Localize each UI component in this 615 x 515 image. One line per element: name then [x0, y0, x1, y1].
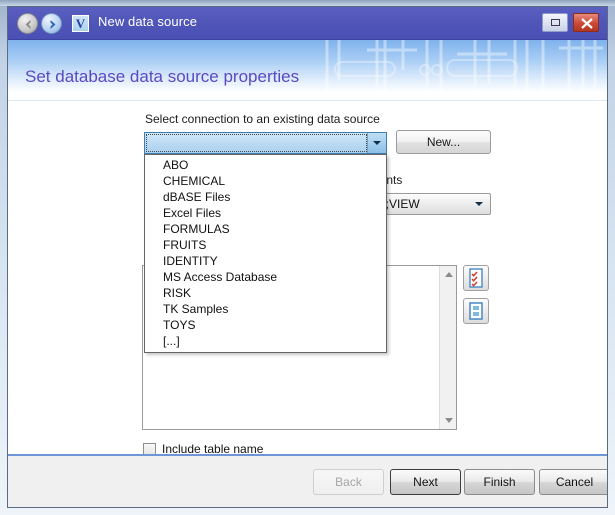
dropdown-item[interactable]: CHEMICAL [145, 173, 386, 189]
focus-rectangle [146, 134, 367, 152]
validate-button[interactable] [463, 265, 489, 291]
new-connection-button[interactable]: New... [396, 130, 491, 154]
dropdown-item[interactable]: ABO [145, 157, 386, 173]
dropdown-item[interactable]: MS Access Database [145, 269, 386, 285]
app-logo-letter: V [73, 16, 88, 31]
elements-combobox-arrow[interactable] [469, 194, 489, 214]
validate-icon [464, 266, 488, 290]
connection-label: Select connection to an existing data so… [145, 112, 380, 126]
connection-combobox-arrow[interactable] [367, 133, 386, 153]
page-title: Set database data source properties [25, 67, 299, 87]
dialog-window: V New data source [7, 6, 608, 508]
chevron-down-icon [373, 141, 381, 145]
listbox-scrollbar[interactable] [439, 266, 456, 429]
close-icon [581, 18, 593, 29]
scroll-up-icon[interactable] [440, 266, 457, 283]
dropdown-item[interactable]: dBASE Files [145, 189, 386, 205]
dropdown-item[interactable]: TOYS [145, 317, 386, 333]
dialog-footer: Back Next Finish Cancel [8, 454, 607, 507]
chevron-down-icon [475, 202, 483, 206]
connection-dropdown-list[interactable]: ABOCHEMICALdBASE FilesExcel FilesFORMULA… [144, 154, 387, 353]
finish-button[interactable]: Finish [464, 469, 535, 495]
connection-combobox[interactable] [144, 132, 387, 154]
dropdown-item[interactable]: IDENTITY [145, 253, 386, 269]
back-arrow-icon[interactable] [17, 13, 38, 34]
window-controls [542, 13, 599, 32]
banner-artwork-icon [307, 40, 607, 92]
cancel-button[interactable]: Cancel [539, 469, 608, 495]
dropdown-item[interactable]: FRUITS [145, 237, 386, 253]
fields-button[interactable] [463, 298, 489, 324]
next-button[interactable]: Next [390, 469, 461, 495]
dropdown-item[interactable]: Excel Files [145, 205, 386, 221]
title-bar: V New data source [8, 7, 607, 40]
window-title: New data source [98, 14, 197, 29]
dropdown-item[interactable]: RISK [145, 285, 386, 301]
back-button[interactable]: Back [313, 469, 384, 495]
dialog-body: Select connection to an existing data so… [8, 101, 607, 456]
dropdown-item[interactable]: FORMULAS [145, 221, 386, 237]
forward-arrow-icon[interactable] [41, 13, 62, 34]
dropdown-item[interactable]: [...] [145, 333, 386, 349]
close-button[interactable] [573, 13, 599, 32]
fields-icon [464, 299, 488, 323]
restore-button[interactable] [542, 13, 568, 32]
window-frame: V New data source [0, 0, 615, 515]
dropdown-item[interactable]: TK Samples [145, 301, 386, 317]
scroll-down-icon[interactable] [440, 412, 457, 429]
app-logo-icon: V [72, 15, 89, 32]
